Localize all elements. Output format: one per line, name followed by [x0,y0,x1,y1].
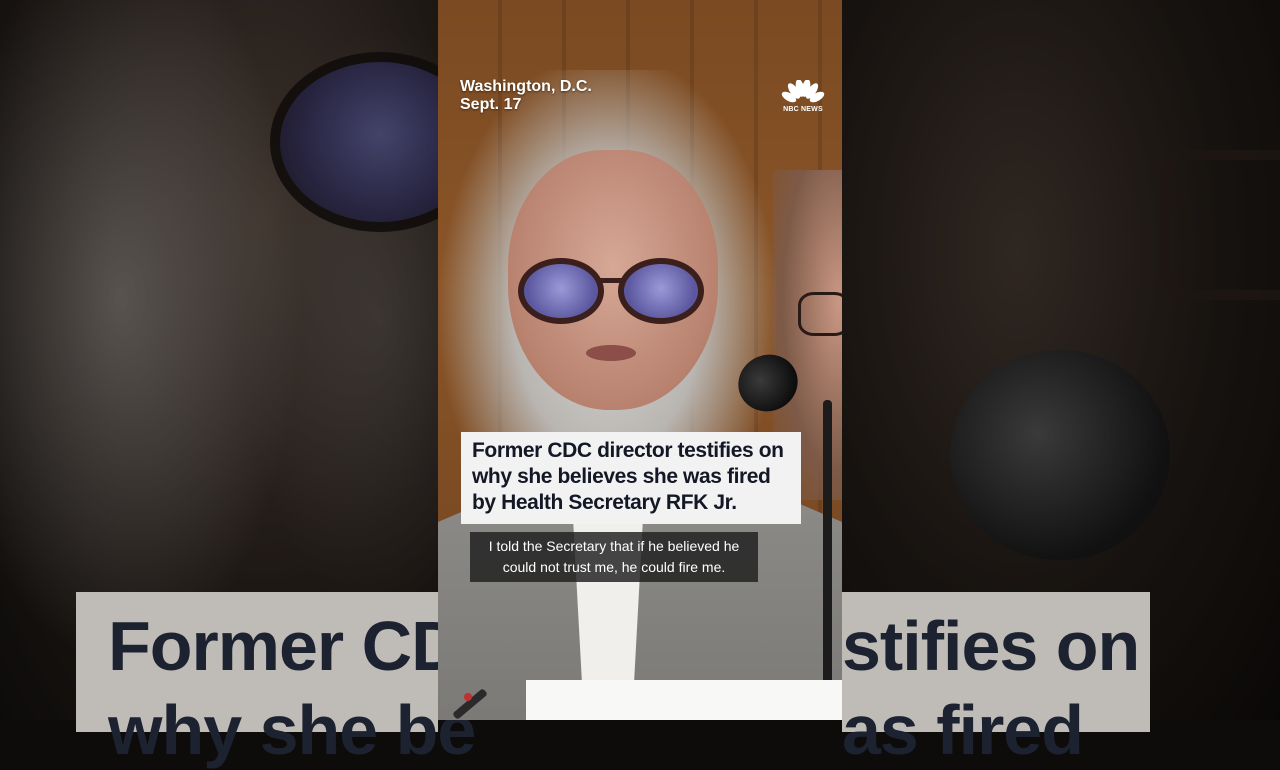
glasses-bridge [596,278,624,283]
location-date: Sept. 17 [460,96,522,113]
nbc-news-logo: NBC NEWS [778,80,828,113]
speaker-mouth [586,345,636,361]
closed-caption: I told the Secretary that if he believed… [470,532,758,582]
pen-tip [464,693,472,701]
blurred-glasses-right [1160,150,1280,300]
headline-lower-third: Former CDC director testifies on why she… [461,432,801,524]
nbc-news-label: NBC NEWS [783,106,823,113]
blurred-banner-text-right-2: as fired [842,691,1084,769]
glasses-left-lens [518,258,604,324]
headline-text: Former CDC director testifies on why she… [472,439,784,514]
location-dateline: Washington, D.C. Sept. 17 [460,78,592,114]
background-person-glasses [798,292,842,336]
glasses-right-lens [618,258,704,324]
video-player[interactable]: Washington, D.C. Sept. 17 NBC NEWS Forme… [438,0,842,720]
microphone-stem [823,400,832,720]
blurred-banner-text-right: stifies on [842,607,1140,685]
blurred-banner-text-left-2: why she be [108,691,476,769]
location-city: Washington, D.C. [460,78,592,95]
peacock-icon [781,80,825,103]
paper-sheet [526,680,842,720]
blurred-banner-text-left: Former CD [108,607,462,685]
blurred-microphone [950,350,1170,560]
